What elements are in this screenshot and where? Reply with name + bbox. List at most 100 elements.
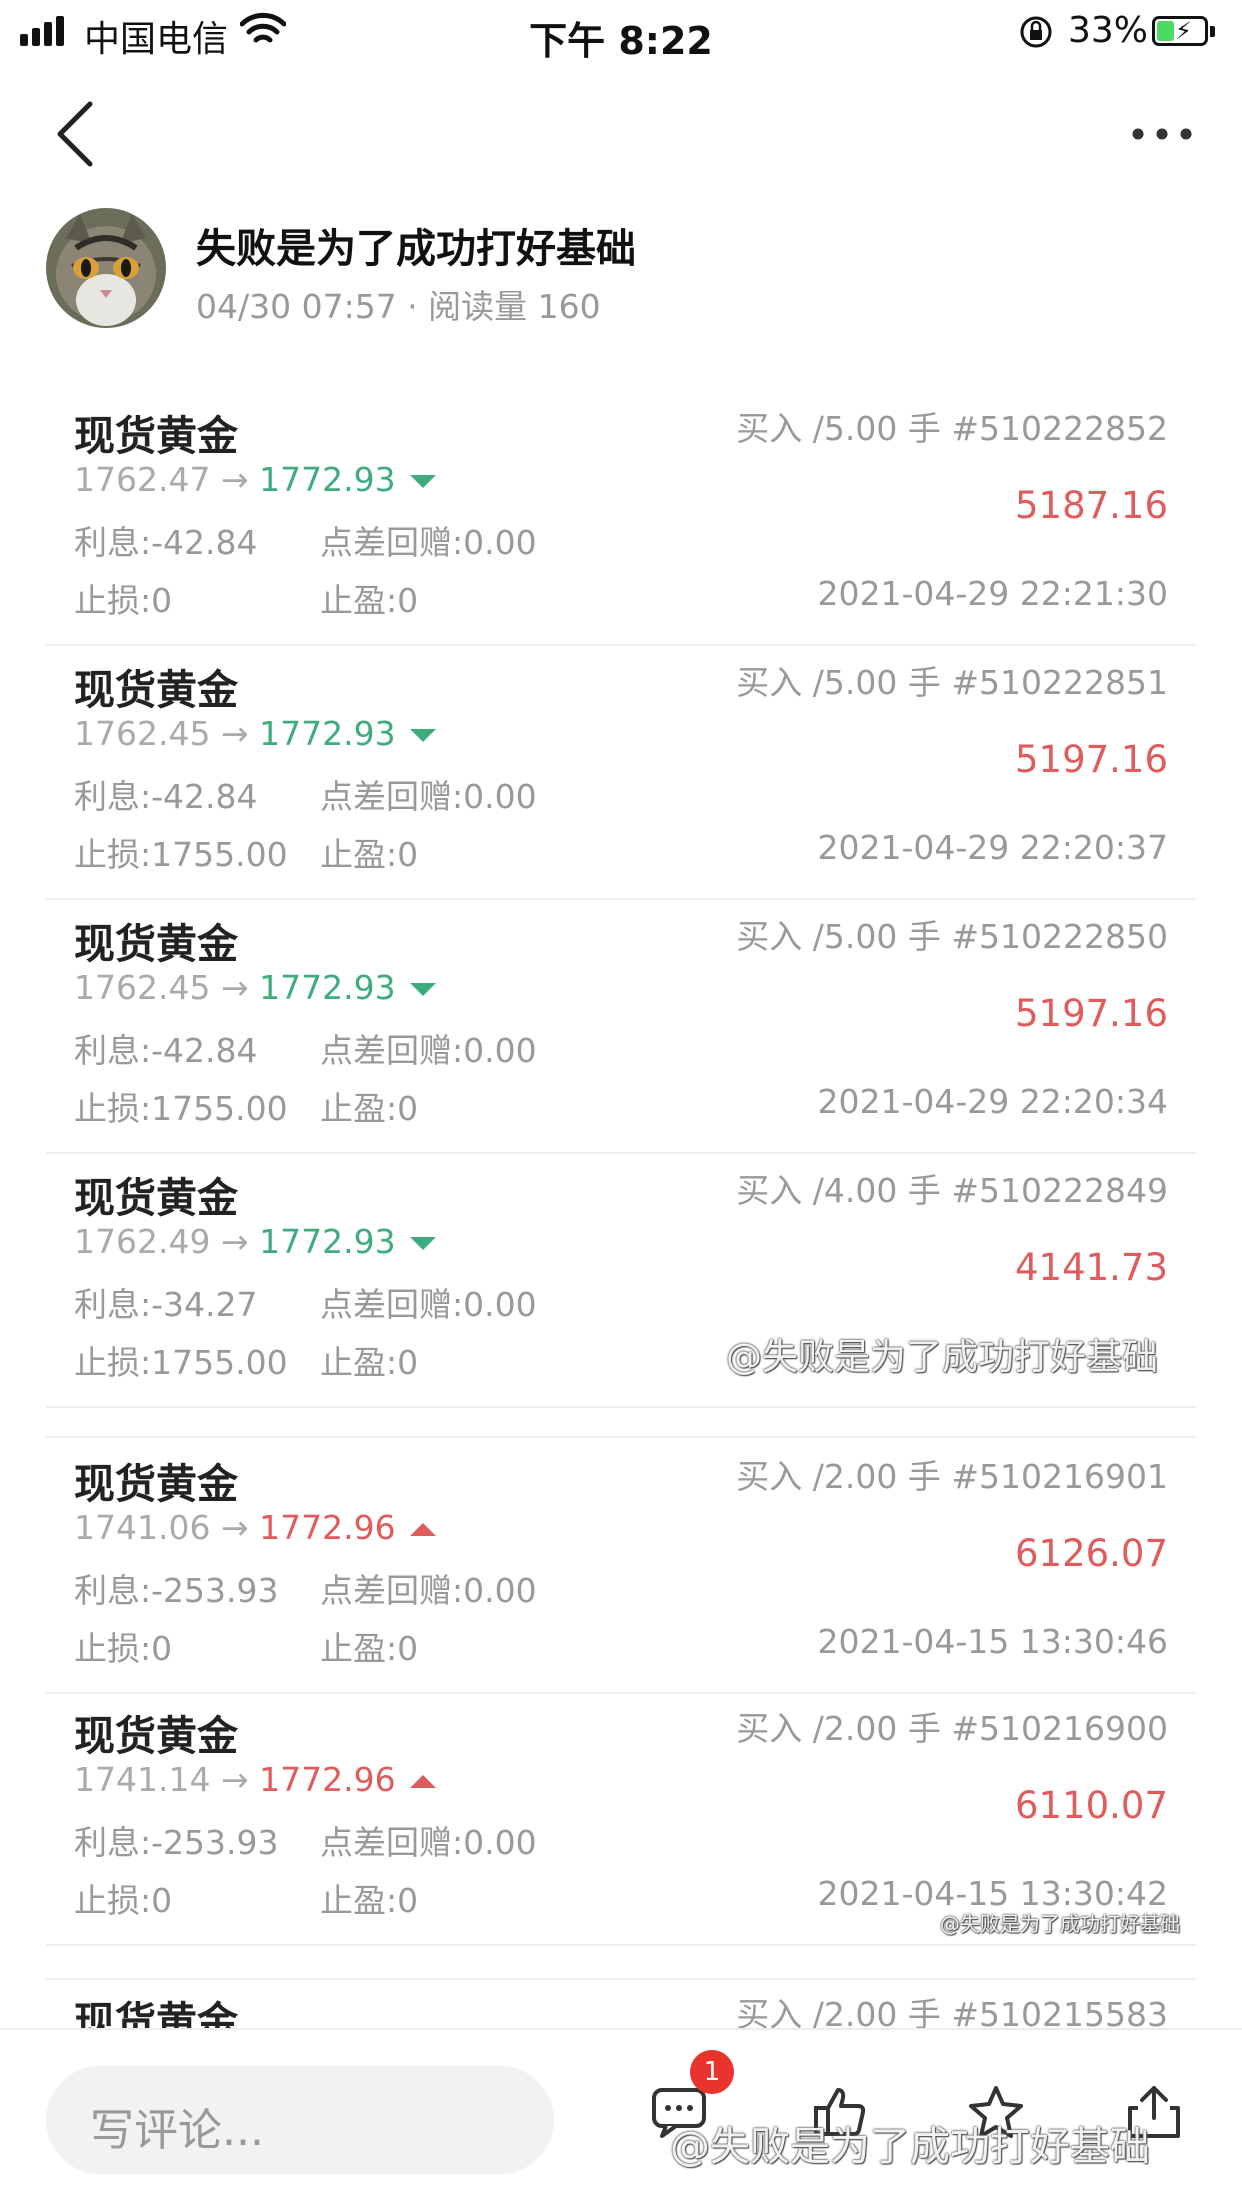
order-meta: 买入 /2.00 手 #510216900: [736, 1709, 1168, 1748]
trade-card[interactable]: 现货黄金 买入 /5.00 手 #510222852 1762.47 → 1772.…: [46, 390, 1196, 646]
more-icon[interactable]: [1130, 124, 1194, 144]
order-meta: 买入 /5.00 手 #510222851: [736, 663, 1168, 702]
interest-label: 利息:-253.93: [74, 1571, 279, 1610]
stop-loss-label: 止损:0: [74, 581, 173, 620]
interest-label: 利息:-34.27: [74, 1285, 258, 1324]
trade-card[interactable]: 现货黄金 买入 /2.00 手 #510216901 1741.06 → 1772.…: [46, 1436, 1196, 1694]
instrument-name: 现货黄金: [74, 666, 238, 714]
instrument-name: 现货黄金: [74, 1712, 238, 1760]
arrow-right-icon: →: [220, 1508, 249, 1547]
interest-label: 利息:-42.84: [74, 777, 258, 816]
order-meta: 买入 /4.00 手 #510222849: [736, 1171, 1168, 1210]
profit-value: 5197.16: [1014, 992, 1168, 1035]
open-price: 1762.45: [74, 968, 211, 1007]
profit-value: 6126.07: [1014, 1532, 1168, 1575]
take-profit-label: 止盈:0: [320, 581, 419, 620]
take-profit-label: 止盈:0: [320, 1881, 419, 1920]
arrow-right-icon: →: [220, 460, 249, 499]
bottom-bar: 写评论... 1 @失败是为了成功打好基础: [0, 2028, 1242, 2210]
spread-rebate-label: 点差回赠:0.00: [320, 523, 537, 562]
battery-icon: ⚡: [1152, 16, 1208, 46]
current-price: 1772.93: [259, 968, 396, 1007]
triangle-down-icon: [409, 475, 436, 488]
triangle-up-icon: [409, 1523, 436, 1536]
watermark: @失败是为了成功打好基础: [726, 1337, 1159, 1378]
current-price: 1772.96: [259, 1508, 396, 1547]
instrument-name: 现货黄金: [74, 1174, 238, 1222]
arrow-right-icon: →: [220, 1222, 249, 1261]
spread-rebate-label: 点差回赠:0.00: [320, 1285, 537, 1324]
price-change: 1741.06 → 1772.96: [74, 1508, 436, 1547]
take-profit-label: 止盈:0: [320, 1629, 419, 1668]
price-change: 1762.45 → 1772.93: [74, 968, 436, 1007]
nav-bar: [0, 96, 1242, 176]
interest-label: 利息:-253.93: [74, 1823, 279, 1862]
price-change: 1741.14 → 1772.96: [74, 1760, 436, 1799]
current-price: 1772.93: [259, 1222, 396, 1261]
stop-loss-label: 止损:1755.00: [74, 1343, 288, 1382]
instrument-name: 现货黄金: [74, 1998, 238, 2030]
comment-count-badge: 1: [690, 2050, 734, 2094]
arrow-right-icon: →: [220, 968, 249, 1007]
stop-loss-label: 止损:1755.00: [74, 1089, 288, 1128]
open-price: 1741.06: [74, 1508, 211, 1547]
profit-value: 4141.73: [1014, 1246, 1168, 1289]
open-time: 2021-04-29 22:21:30: [817, 574, 1168, 613]
spread-rebate-label: 点差回赠:0.00: [320, 1031, 537, 1070]
watermark: @失败是为了成功打好基础: [670, 2124, 1150, 2170]
instrument-name: 现货黄金: [74, 920, 238, 968]
back-icon[interactable]: [52, 96, 96, 172]
open-time: 2021-04-29 22:20:34: [817, 1082, 1168, 1121]
comment-placeholder: 写评论...: [90, 2105, 264, 2156]
order-meta: 买入 /5.00 手 #510222852: [736, 409, 1168, 448]
spread-rebate-label: 点差回赠:0.00: [320, 1823, 537, 1862]
instrument-name: 现货黄金: [74, 1460, 238, 1508]
open-price: 1762.47: [74, 460, 211, 499]
order-meta: 买入 /5.00 手 #510222850: [736, 917, 1168, 956]
open-price: 1762.45: [74, 714, 211, 753]
open-time: 2021-04-15 13:30:46: [817, 1622, 1168, 1661]
current-price: 1772.93: [259, 714, 396, 753]
trade-card-partial: 现货黄金 买入 /2.00 手 #510215583: [46, 1978, 1196, 2030]
battery-percent: 33%: [1068, 10, 1149, 51]
instrument-name: 现货黄金: [74, 412, 238, 460]
price-change: 1762.49 → 1772.93: [74, 1222, 436, 1261]
trade-card[interactable]: 现货黄金 买入 /5.00 手 #510222851 1762.45 → 1772.…: [46, 644, 1196, 900]
profit-value: 5187.16: [1014, 484, 1168, 527]
comment-input[interactable]: 写评论...: [46, 2066, 554, 2174]
stop-loss-label: 止损:0: [74, 1881, 173, 1920]
profit-value: 5197.16: [1014, 738, 1168, 781]
profit-value: 6110.07: [1014, 1784, 1168, 1827]
post-meta: 04/30 07:57 · 阅读量 160: [196, 287, 601, 326]
open-time: 2021-04-29 22:20:37: [817, 828, 1168, 867]
arrow-right-icon: →: [220, 1760, 249, 1799]
take-profit-label: 止盈:0: [320, 1343, 419, 1382]
triangle-up-icon: [409, 1775, 436, 1788]
watermark: @失败是为了成功打好基础: [940, 1912, 1180, 1936]
status-bar: 中国电信 下午 8:22 33% ⚡: [0, 0, 1242, 64]
price-change: 1762.47 → 1772.93: [74, 460, 436, 499]
current-price: 1772.96: [259, 1760, 396, 1799]
arrow-right-icon: →: [220, 714, 249, 753]
open-price: 1741.14: [74, 1760, 211, 1799]
triangle-down-icon: [409, 1237, 436, 1250]
spread-rebate-label: 点差回赠:0.00: [320, 1571, 537, 1610]
take-profit-label: 止盈:0: [320, 835, 419, 874]
rotation-lock-icon: [1020, 16, 1052, 48]
price-change: 1762.45 → 1772.93: [74, 714, 436, 753]
interest-label: 利息:-42.84: [74, 1031, 258, 1070]
spread-rebate-label: 点差回赠:0.00: [320, 777, 537, 816]
interest-label: 利息:-42.84: [74, 523, 258, 562]
clock: 下午 8:22: [529, 19, 713, 63]
stop-loss-label: 止损:0: [74, 1629, 173, 1668]
take-profit-label: 止盈:0: [320, 1089, 419, 1128]
triangle-down-icon: [409, 983, 436, 996]
author-name[interactable]: 失败是为了成功打好基础: [196, 216, 636, 274]
open-price: 1762.49: [74, 1222, 211, 1261]
avatar[interactable]: [46, 208, 166, 328]
stop-loss-label: 止损:1755.00: [74, 835, 288, 874]
trade-card[interactable]: 现货黄金 买入 /5.00 手 #510222850 1762.45 → 1772.…: [46, 898, 1196, 1154]
cat-avatar-image: [46, 208, 166, 328]
order-meta: 买入 /2.00 手 #510215583: [736, 1995, 1168, 2030]
current-price: 1772.93: [259, 460, 396, 499]
